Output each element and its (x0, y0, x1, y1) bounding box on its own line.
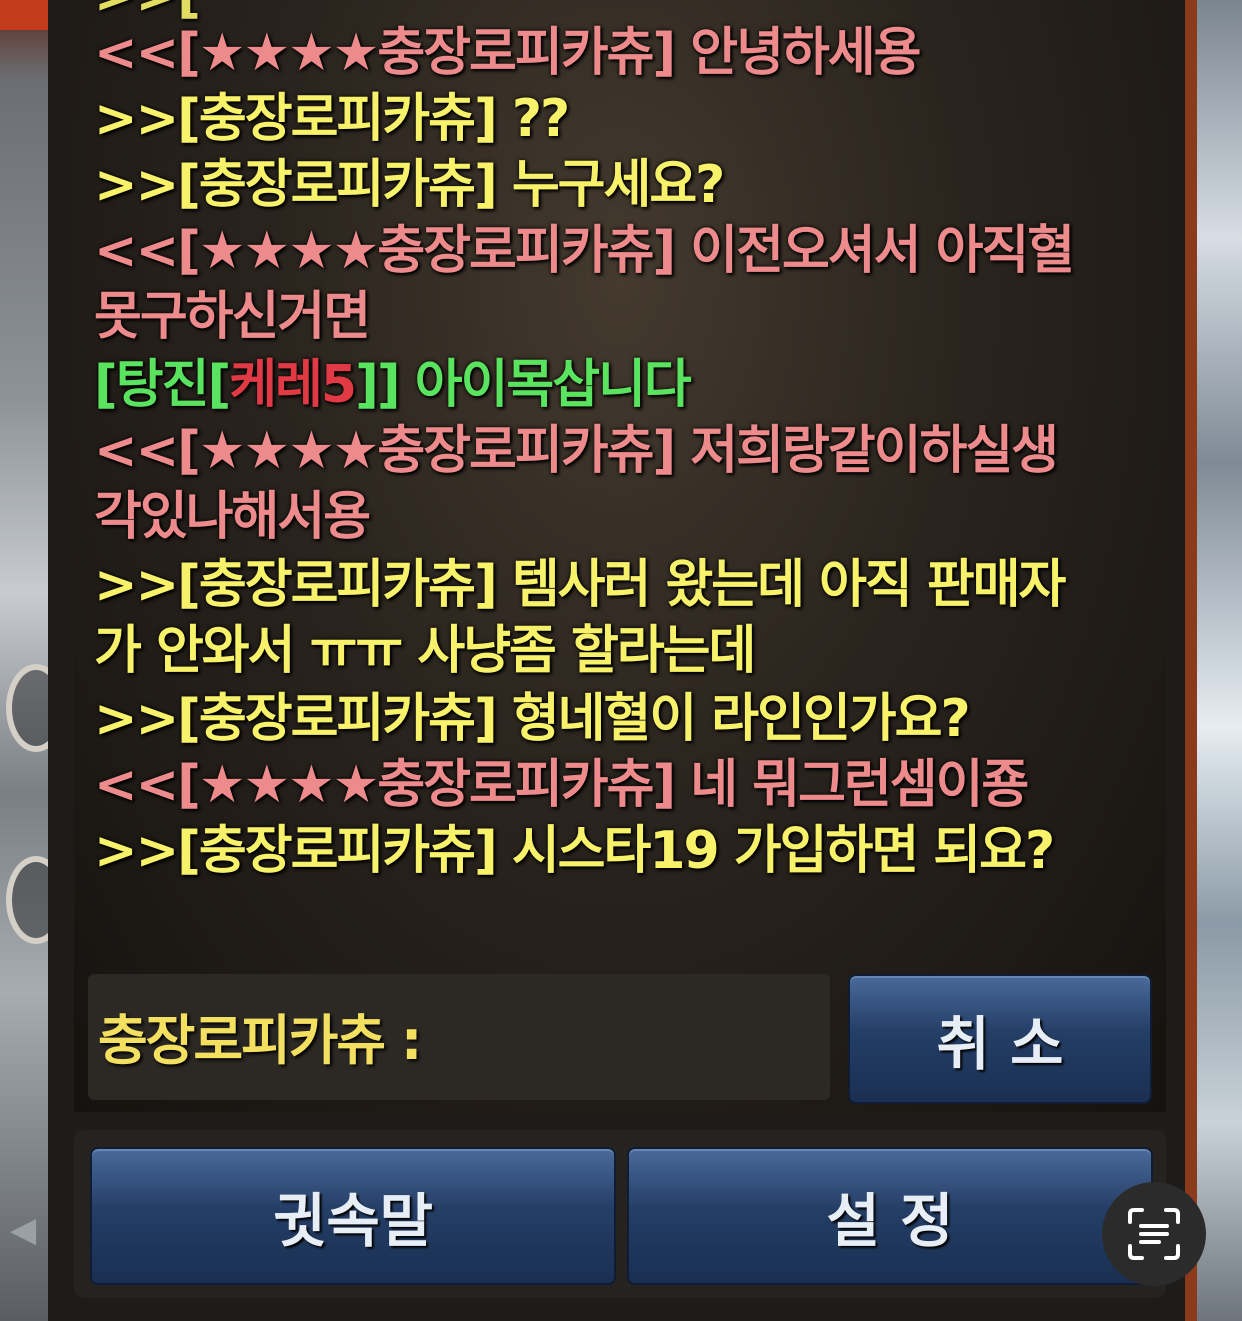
chat-message-shout: [탕진[케레5]] 아이목삽니다 (94, 352, 1154, 418)
chat-message: >>[충장로피카츄] 템사러 왔는데 아직 판매자 가 안와서 ㅠㅠ 사냥좀 할… (94, 555, 1066, 681)
text-scan-icon-graphic (1128, 1208, 1180, 1260)
chat-message: <<[★★★★충장로피카츄] 저희랑같이하실생 각있나해서용 (94, 421, 1059, 547)
chat-message: <<[★★★★충장로피카츄] 안녕하세용 (94, 23, 922, 83)
chat-message: >>[충장로피카츄] 형네혈이 라인인가요? (94, 689, 971, 749)
chat-message: >>[충장로피카츄] 시스타19 가입하면 되요? (94, 821, 1055, 881)
chat-log[interactable]: >>[ <<[★★★★충장로피카츄] 안녕하세용 >>[충장로피카츄] ?? >… (74, 0, 1166, 1112)
chat-message: >>[충장로피카츄] 누구세요? (94, 155, 725, 215)
text-scan-icon[interactable] (1102, 1182, 1206, 1286)
chat-input[interactable]: 충장로피카츄 : (88, 974, 830, 1100)
shout-text: ]] 아이목삽니다 (355, 355, 692, 415)
window-border (1185, 0, 1197, 1321)
input-sender-label: 충장로피카츄 : (98, 1009, 422, 1072)
chat-message: <<[★★★★충장로피카츄] 네 뭐그런셈이죵 (94, 755, 1029, 815)
cancel-button[interactable]: 취 소 (848, 974, 1152, 1104)
game-background-accent (0, 0, 48, 30)
chat-message: <<[★★★★충장로피카츄] 이전오셔서 아직혈 못구하신거면 (94, 221, 1075, 347)
whisper-button[interactable]: 귓속말 (90, 1147, 616, 1285)
settings-button[interactable]: 설 정 (627, 1147, 1153, 1285)
guild-name: 케레5 (229, 355, 357, 415)
arrow-left-icon[interactable]: ◀ (10, 1210, 36, 1250)
shout-prefix: [탕진[ (94, 355, 231, 415)
chat-message: >>[충장로피카츄] ?? (94, 89, 570, 149)
